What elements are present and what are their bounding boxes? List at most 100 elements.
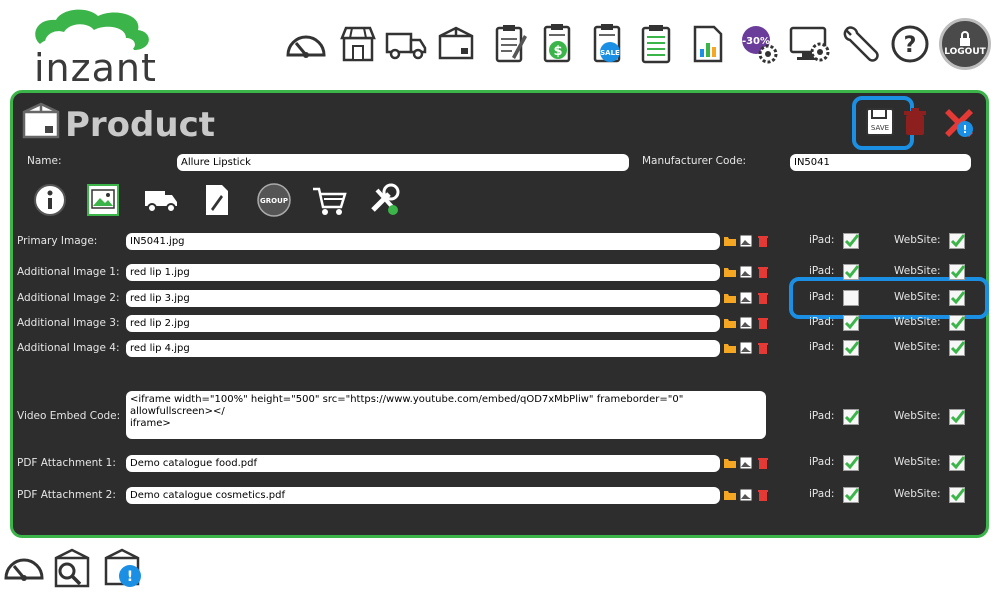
file-input[interactable]: red lip 1.jpg — [126, 264, 720, 281]
sale-catalog-icon[interactable]: SALE — [584, 18, 632, 70]
ipad-checkbox[interactable] — [843, 455, 860, 471]
order-notes-icon[interactable] — [486, 18, 534, 70]
image-icon — [87, 184, 119, 216]
logout-button[interactable]: LOGOUT — [939, 18, 991, 70]
ipad-label: iPad: — [809, 234, 835, 246]
app-root: inzant $ SALE -30% ? LOGOUT Product SAVE… — [0, 0, 997, 598]
website-checkbox[interactable] — [949, 264, 966, 280]
website-checkbox[interactable] — [949, 233, 966, 249]
product-alert-shortcut[interactable]: ! — [102, 546, 146, 594]
ipad-label: iPad: — [809, 341, 835, 353]
delivery-truck-icon — [145, 191, 177, 213]
logout-label: LOGOUT — [944, 47, 986, 57]
row-label: PDF Attachment 1: — [17, 457, 116, 469]
product-search-shortcut[interactable] — [50, 546, 94, 594]
image-preview-icon[interactable] — [739, 487, 753, 506]
name-input[interactable]: Allure Lipstick — [177, 154, 629, 171]
product-box-icon[interactable] — [432, 18, 480, 70]
tools-icon[interactable] — [836, 18, 884, 70]
manufacturer-code-label: Manufacturer Code: — [642, 155, 747, 167]
tab-delivery[interactable] — [143, 185, 179, 219]
website-checkbox[interactable] — [949, 455, 966, 471]
reports-icon[interactable] — [684, 18, 732, 70]
trash-icon[interactable] — [756, 487, 770, 506]
file-input[interactable]: red lip 3.jpg — [126, 290, 720, 307]
name-label: Name: — [27, 155, 62, 167]
invoice-icon[interactable]: $ — [534, 18, 582, 70]
website-checkbox[interactable] — [949, 315, 966, 331]
cart-icon — [313, 187, 347, 215]
website-label: WebSite: — [894, 234, 941, 246]
folder-icon[interactable] — [723, 290, 737, 309]
tab-shop[interactable] — [311, 185, 347, 221]
tab-images[interactable] — [87, 184, 119, 220]
trash-icon[interactable] — [756, 340, 770, 359]
help-icon[interactable]: ? — [886, 18, 934, 70]
row-label: Video Embed Code: — [17, 410, 121, 422]
svg-text:!: ! — [127, 569, 133, 585]
website-label: WebSite: — [894, 410, 941, 422]
dashboard-icon[interactable] — [282, 18, 330, 70]
product-alert-icon: ! — [104, 548, 141, 587]
video-embed-textarea[interactable]: <iframe width="100%" height="500" src="h… — [126, 391, 766, 439]
folder-icon[interactable] — [723, 233, 737, 252]
ipad-checkbox[interactable] — [843, 233, 860, 249]
row-label: PDF Attachment 2: — [17, 489, 116, 501]
folder-icon[interactable] — [723, 315, 737, 334]
price-list-icon[interactable] — [632, 18, 680, 70]
file-input[interactable]: red lip 4.jpg — [126, 340, 720, 357]
image-preview-icon[interactable] — [739, 315, 753, 334]
trash-icon[interactable] — [756, 264, 770, 283]
discount-settings-icon[interactable]: -30% — [734, 18, 782, 70]
tab-group[interactable]: GROUP — [257, 183, 291, 221]
manufacturer-code-input[interactable]: IN5041 — [790, 154, 971, 171]
file-input[interactable]: red lip 2.jpg — [126, 315, 720, 332]
folder-icon[interactable] — [723, 455, 737, 474]
ipad-checkbox[interactable] — [843, 487, 860, 503]
ipad-checkbox[interactable] — [843, 290, 859, 306]
trash-icon[interactable] — [756, 455, 770, 474]
website-label: WebSite: — [894, 291, 941, 303]
image-preview-icon[interactable] — [739, 455, 753, 474]
file-input[interactable]: Demo catalogue cosmetics.pdf — [126, 487, 720, 504]
product-search-icon — [54, 548, 90, 588]
tab-documents[interactable] — [203, 183, 231, 221]
close-alert-button[interactable]: ! — [941, 105, 977, 145]
tab-settings[interactable] — [367, 182, 403, 222]
trash-icon[interactable] — [756, 315, 770, 334]
system-settings-icon[interactable] — [786, 18, 834, 70]
image-preview-icon[interactable] — [739, 233, 753, 252]
trash-icon[interactable] — [756, 233, 770, 252]
image-preview-icon[interactable] — [739, 290, 753, 309]
website-checkbox[interactable] — [949, 290, 966, 306]
ipad-checkbox[interactable] — [843, 264, 860, 280]
row-label: Additional Image 2: — [17, 292, 120, 304]
delete-button[interactable] — [901, 107, 929, 141]
file-input[interactable]: IN5041.jpg — [126, 233, 720, 250]
trash-icon — [904, 108, 926, 135]
store-icon[interactable] — [334, 18, 382, 70]
delivery-truck-icon[interactable] — [382, 18, 430, 70]
svg-text:$: $ — [553, 44, 562, 59]
website-checkbox[interactable] — [949, 340, 966, 356]
product-panel: Product SAVE ! Name: Allure Lipstick Man… — [10, 90, 989, 538]
tab-info[interactable] — [33, 183, 67, 221]
ipad-checkbox[interactable] — [843, 409, 860, 425]
row-label: Additional Image 3: — [17, 317, 120, 329]
ipad-checkbox[interactable] — [843, 340, 860, 356]
dashboard-shortcut[interactable] — [2, 550, 46, 588]
ipad-label: iPad: — [809, 316, 835, 328]
folder-icon[interactable] — [723, 487, 737, 506]
image-preview-icon[interactable] — [739, 264, 753, 283]
info-icon — [34, 184, 66, 216]
file-input[interactable]: Demo catalogue food.pdf — [126, 455, 720, 472]
trash-icon[interactable] — [756, 290, 770, 309]
image-preview-icon[interactable] — [739, 340, 753, 359]
website-checkbox[interactable] — [949, 487, 966, 503]
folder-icon[interactable] — [723, 264, 737, 283]
ipad-checkbox[interactable] — [843, 315, 860, 331]
folder-icon[interactable] — [723, 340, 737, 359]
website-checkbox[interactable] — [949, 409, 966, 425]
sale-badge-text: SALE — [600, 49, 620, 57]
brand-name: inzant — [34, 46, 157, 90]
